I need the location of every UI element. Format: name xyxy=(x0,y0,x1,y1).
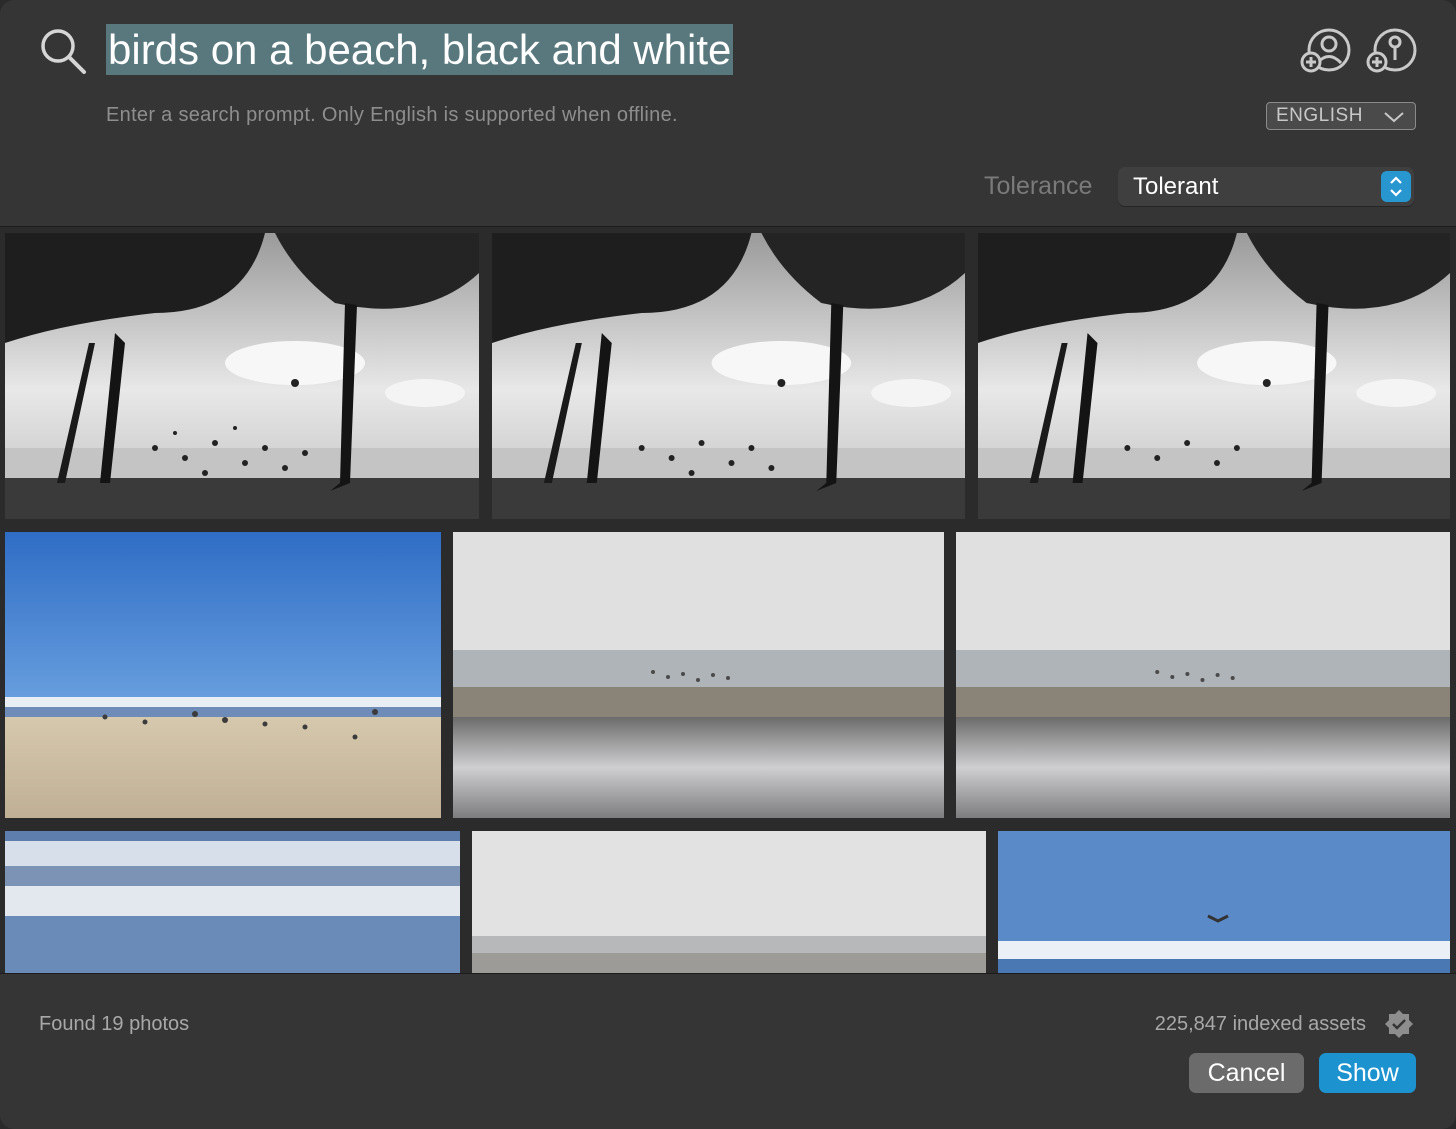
search-hint: Enter a search prompt. Only English is s… xyxy=(106,104,678,126)
photo-thumbnail[interactable] xyxy=(5,532,441,818)
photo-thumbnail[interactable] xyxy=(472,831,986,973)
tolerance-value: Tolerant xyxy=(1133,173,1219,200)
chevron-down-icon xyxy=(1384,112,1404,123)
photo-thumbnail[interactable] xyxy=(5,831,460,973)
cancel-button[interactable]: Cancel xyxy=(1189,1053,1304,1093)
verified-badge-icon xyxy=(1385,1010,1413,1038)
search-icon xyxy=(41,29,86,74)
search-input[interactable]: birds on a beach, black and white xyxy=(106,24,734,75)
photo-thumbnail[interactable] xyxy=(5,233,479,519)
photo-thumbnail[interactable] xyxy=(998,831,1450,973)
results-grid xyxy=(0,226,1456,974)
up-down-arrows-icon xyxy=(1381,171,1411,202)
add-place-icon[interactable] xyxy=(1366,26,1418,74)
photo-thumbnail[interactable] xyxy=(978,233,1450,519)
language-label: ENGLISH xyxy=(1276,105,1363,126)
photo-thumbnail[interactable] xyxy=(453,532,944,818)
indexed-assets: 225,847 indexed assets xyxy=(1154,1013,1366,1035)
add-person-icon[interactable] xyxy=(1300,26,1352,74)
photo-thumbnail[interactable] xyxy=(956,532,1450,818)
results-count: Found 19 photos xyxy=(39,1013,190,1035)
show-button[interactable]: Show xyxy=(1319,1053,1416,1093)
tolerance-select[interactable]: Tolerant xyxy=(1118,167,1414,206)
photo-thumbnail[interactable] xyxy=(492,233,965,519)
search-dialog: birds on a beach, black and white Enter … xyxy=(0,0,1456,1129)
tolerance-label: Tolerance xyxy=(984,172,1093,200)
language-dropdown[interactable]: ENGLISH xyxy=(1266,102,1416,130)
